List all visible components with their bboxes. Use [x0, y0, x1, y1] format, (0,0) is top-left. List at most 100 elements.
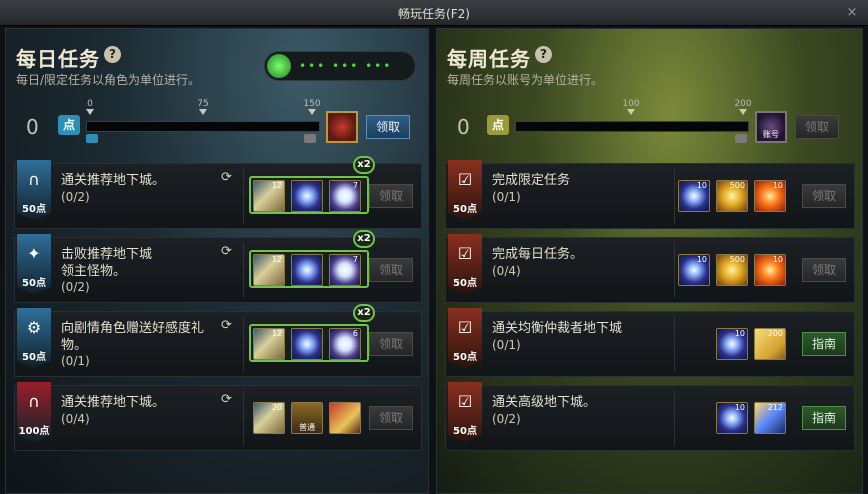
daily-timer: ••• ••• •••: [264, 51, 416, 81]
task-points-badge: ☑ 50点: [448, 382, 482, 452]
daily-tick-150: 150: [303, 99, 321, 109]
claim-button[interactable]: 领取: [802, 184, 846, 208]
tick-marker: [627, 109, 635, 115]
reward-count: 10: [734, 403, 745, 412]
claim-button[interactable]: 领取: [369, 406, 413, 430]
orb-white-reward-icon[interactable]: 6: [329, 328, 361, 360]
gold-reward-icon[interactable]: 500: [716, 180, 748, 212]
task-points-label: 50点: [453, 204, 477, 215]
calendar-check-icon: ☑: [457, 392, 473, 411]
row-divider: [674, 316, 675, 372]
task-name: 通关均衡仲裁者地下城: [492, 321, 623, 336]
orb-blue-reward-icon[interactable]: 10: [678, 180, 710, 212]
task-progress: (0/1): [61, 354, 90, 368]
chest-reward-icon[interactable]: 普通: [291, 402, 323, 434]
daily-subtitle: 每日/限定任务以角色为单位进行。: [16, 73, 201, 87]
daily-tasks-panel: 每日任务 ? 每日/限定任务以角色为单位进行。 ••• ••• ••• 0 点 …: [5, 28, 429, 494]
card-reward-icon[interactable]: 200: [754, 328, 786, 360]
reward-count: 10: [772, 255, 783, 264]
weekly-tasks-panel: 每周任务 ? 每周任务以账号为单位进行。 0 点 100 200 账号 领取 ☑…: [436, 28, 863, 494]
daily-help-icon[interactable]: ?: [104, 46, 121, 63]
task-name: 通关推荐地下城。: [61, 395, 166, 410]
claim-button[interactable]: 领取: [369, 332, 413, 356]
calendar-check-icon: ☑: [457, 318, 473, 337]
orb-white-reward-icon[interactable]: 7: [329, 180, 361, 212]
reward-count: 10: [772, 181, 783, 190]
daily-title: 每日任务: [16, 47, 100, 71]
task-progress: (0/2): [61, 280, 90, 294]
orb-blue-reward-icon[interactable]: 10: [678, 254, 710, 286]
refresh-icon[interactable]: ⟳: [221, 392, 232, 407]
play-tasks-window: 畅玩任务(F2) × 每日任务 ? 每日/限定任务以角色为单位进行。 ••• •…: [0, 0, 868, 494]
scroll-reward-icon[interactable]: 12: [253, 254, 285, 286]
claim-button[interactable]: 领取: [802, 258, 846, 282]
task-points-label: 50点: [22, 204, 46, 215]
weekly-points-icon: 点: [487, 115, 509, 135]
fire-reward-icon[interactable]: 10: [754, 180, 786, 212]
task-name: 完成限定任务: [492, 173, 571, 188]
orb-blue-reward-icon[interactable]: [291, 254, 323, 286]
orb-blue-reward-icon[interactable]: 10: [716, 402, 748, 434]
daily-points-icon: 点: [58, 115, 80, 135]
gift-icon: ⚙: [26, 318, 42, 337]
weekly-claim-button[interactable]: 领取: [795, 115, 839, 139]
sky-reward-icon[interactable]: 212: [754, 402, 786, 434]
multiplier-badge: x2: [353, 304, 375, 322]
weekly-task-row: ☑ 50点 完成每日任务。 (0/4) 10 500 10 领取: [445, 234, 855, 304]
milestone-chest-icon: [304, 134, 316, 143]
row-divider: [243, 316, 244, 372]
task-points-badge: ☑ 50点: [448, 234, 482, 304]
task-points-label: 100点: [18, 426, 50, 437]
box-reward-icon[interactable]: [329, 402, 361, 434]
scroll-reward-icon[interactable]: 12: [253, 180, 285, 212]
claim-button[interactable]: 领取: [369, 258, 413, 282]
orb-blue-reward-icon[interactable]: 10: [716, 328, 748, 360]
refresh-icon[interactable]: ⟳: [221, 244, 232, 259]
daily-task-row: ∩ 50点 通关推荐地下城。 (0/2) ⟳ x2 12 7 领取: [14, 156, 422, 229]
guide-button[interactable]: 指南: [802, 332, 846, 356]
task-progress: (0/1): [492, 190, 521, 204]
timer-dots: ••• ••• •••: [299, 59, 393, 73]
weekly-help-icon[interactable]: ?: [535, 46, 552, 63]
guide-button[interactable]: 指南: [802, 406, 846, 430]
daily-claim-button[interactable]: 领取: [366, 115, 410, 139]
claim-button[interactable]: 领取: [369, 184, 413, 208]
timer-icon: [267, 54, 291, 78]
row-divider: [674, 390, 675, 446]
sword-icon: ✦: [27, 244, 41, 263]
reward-count: 200: [767, 329, 783, 338]
weekly-tick-100: 100: [622, 99, 640, 109]
task-progress: (0/1): [492, 338, 521, 352]
daily-task-row: ⚙ 50点 向剧情角色赠送好感度礼 物。 (0/1) ⟳ x2 12 6 领取: [14, 304, 422, 377]
daily-task-row: ∩ 100点 通关推荐地下城。 (0/4) ⟳ 20 普通 领取: [14, 382, 422, 452]
daily-tick-0: 0: [87, 99, 93, 109]
gold-reward-icon[interactable]: 500: [716, 254, 748, 286]
row-divider: [674, 168, 675, 224]
refresh-icon[interactable]: ⟳: [221, 170, 232, 185]
scroll-reward-icon[interactable]: 12: [253, 328, 285, 360]
daily-points-value: 0: [26, 115, 39, 139]
task-points-label: 50点: [453, 278, 477, 289]
reward-count: 12: [271, 329, 282, 338]
task-name: 通关推荐地下城。: [61, 173, 166, 188]
scroll-reward-icon[interactable]: 20: [253, 402, 285, 434]
weekly-task-row: ☑ 50点 通关均衡仲裁者地下城 (0/1) 10 200 指南: [445, 308, 855, 377]
task-points-badge: ☑ 50点: [448, 160, 482, 230]
orb-blue-reward-icon[interactable]: [291, 328, 323, 360]
close-button[interactable]: ×: [844, 5, 860, 21]
orb-blue-reward-icon[interactable]: [291, 180, 323, 212]
calendar-check-icon: ☑: [457, 244, 473, 263]
task-progress: (0/2): [492, 412, 521, 426]
fire-reward-icon[interactable]: 10: [754, 254, 786, 286]
gate-icon: ∩: [28, 170, 40, 189]
task-points-badge: ∩ 100点: [17, 382, 51, 452]
orb-white-reward-icon[interactable]: 7: [329, 254, 361, 286]
weekly-title: 每周任务: [447, 47, 531, 71]
weekly-points-value: 0: [457, 115, 470, 139]
refresh-icon[interactable]: ⟳: [221, 318, 232, 333]
calendar-check-icon: ☑: [457, 170, 473, 189]
daily-milestone-reward-icon[interactable]: [326, 111, 358, 143]
weekly-milestone-reward-icon[interactable]: 账号: [755, 111, 787, 143]
tick-marker: [86, 109, 94, 115]
milestone-chest-icon: [735, 134, 747, 143]
